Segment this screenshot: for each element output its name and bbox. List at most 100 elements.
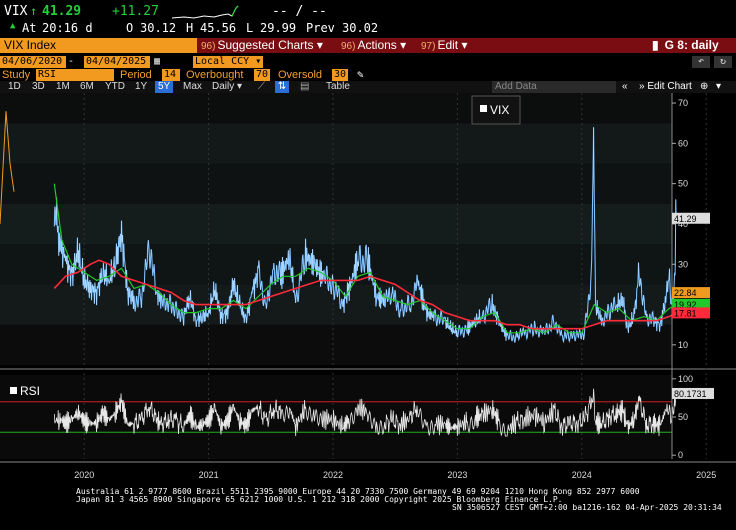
study-label: Study <box>2 69 31 81</box>
price-band <box>0 284 672 325</box>
legend-label-vix: VIX <box>490 103 509 117</box>
prev-label: Prev <box>306 21 335 35</box>
chart-type-icon[interactable]: ⇅ <box>275 81 289 93</box>
actions-menu[interactable]: 96) Actions ▾ <box>341 38 406 53</box>
range-1d[interactable]: 1D <box>8 81 21 93</box>
currency-select[interactable]: Local CCY ▾ <box>193 56 263 68</box>
info-line: ▲ At 20:16 d O 30.12 H 45.56 L 29.99 Pre… <box>0 21 736 35</box>
end-date-input[interactable]: 04/04/2025 <box>84 56 150 68</box>
price-band <box>0 123 672 164</box>
zoom-in-icon[interactable]: ⊕ <box>700 81 708 93</box>
rsi-y-tick-label: 50 <box>678 412 688 422</box>
legend-label-rsi: RSI <box>20 384 40 398</box>
x-tick-label: 2021 <box>199 470 219 480</box>
study-value: RSI <box>38 69 57 80</box>
range-5y[interactable]: 5Y <box>155 81 174 93</box>
y-tick-label: 50 <box>678 179 688 189</box>
range-1y[interactable]: 1Y <box>135 81 147 93</box>
back-icon[interactable]: ↶ <box>692 56 710 68</box>
calendar-icon[interactable]: ▦ <box>154 56 160 68</box>
period-label: Period <box>120 69 152 81</box>
frequency-select[interactable]: Daily ▾ <box>212 81 242 93</box>
line-chart-icon[interactable]: ⟋ <box>258 81 265 93</box>
edit-chart-label: Edit Chart <box>647 81 692 92</box>
low-value: 29.99 <box>260 21 297 35</box>
chevron-down-icon[interactable]: ▾ <box>716 81 721 93</box>
last-price: 41.29 <box>42 4 82 19</box>
security-field[interactable]: VIX Index <box>0 38 197 53</box>
table-button[interactable]: Table <box>326 81 350 93</box>
net-change: +11.27 <box>112 4 159 19</box>
x-tick-label: 2023 <box>447 470 467 480</box>
chart-toolbar: 1D 3D 1M 6M YTD 1Y 5Y Max Daily ▾ ⟋ ⇅ ▤ … <box>0 81 736 93</box>
up-arrow-icon: ▲ <box>10 21 16 31</box>
high-label: H <box>186 21 194 35</box>
bid-ask: -- / -- <box>272 4 327 19</box>
down-up-arrow-icon: ↑ <box>30 4 38 18</box>
last-value-tag-label: 22.84 <box>674 288 697 298</box>
footer: Australia 61 2 9777 8600 Brazil 5511 239… <box>0 487 736 527</box>
low-label: L <box>246 21 254 35</box>
oversold-input[interactable]: 30 <box>332 69 348 81</box>
study-select[interactable]: RSI <box>36 69 114 81</box>
currency-label: Local CCY <box>195 56 250 67</box>
range-1m[interactable]: 1M <box>56 81 70 93</box>
chart-area[interactable]: 1020304050607005010020202021202220232024… <box>0 93 736 486</box>
refresh-icon[interactable]: ↻ <box>714 56 732 68</box>
y-tick-label: 10 <box>678 340 688 350</box>
y-tick-label: 30 <box>678 259 688 269</box>
open-value: 30.12 <box>140 21 177 35</box>
price-band <box>0 324 672 365</box>
chevron-right-icon: » <box>639 81 645 92</box>
quote-line: VIX ↑ 41.29 +11.27 -- / -- <box>0 4 736 20</box>
time-label: At <box>22 21 37 35</box>
x-tick-label: 2025 <box>696 470 716 480</box>
edit-menu[interactable]: 97) Edit ▾ <box>421 38 468 53</box>
suggested-charts-menu[interactable]: 96) Suggested Charts ▾ <box>201 38 323 53</box>
legend-swatch <box>480 105 487 112</box>
study-row: Study RSI Period 14 Overbought 70 Overso… <box>0 69 736 81</box>
ticker: VIX <box>4 4 28 19</box>
overbought-label: Overbought <box>186 69 244 81</box>
price-band <box>0 203 672 245</box>
add-data-input[interactable]: Add Data <box>492 81 616 93</box>
period-input[interactable]: 14 <box>162 69 180 81</box>
x-tick-label: 2020 <box>74 470 94 480</box>
menu-label: Suggested Charts ▾ <box>217 38 323 52</box>
page-indicator: ▮ G 8: daily <box>652 38 719 53</box>
chevron-left-icon[interactable]: « <box>622 81 628 93</box>
rsi-y-tick-label: 100 <box>678 374 693 384</box>
date-row: 04/06/2020 - 04/04/2025 ▦ Local CCY ▾ ↶ … <box>0 56 736 68</box>
x-tick-label: 2022 <box>323 470 343 480</box>
y-tick-label: 60 <box>678 138 688 148</box>
range-ytd[interactable]: YTD <box>105 81 125 93</box>
oversold-label: Oversold <box>278 69 323 81</box>
price-band <box>0 163 672 204</box>
last-value-tag-label: 41.29 <box>674 214 697 224</box>
edit-chart-button[interactable]: » Edit Chart <box>639 81 692 93</box>
last-value-tag-label: 17.81 <box>674 308 697 318</box>
page-label: G 8: daily <box>664 38 719 52</box>
rsi-legend-swatch <box>10 387 17 394</box>
menu-label: Actions ▾ <box>357 38 407 52</box>
range-6m[interactable]: 6M <box>80 81 94 93</box>
range-3d[interactable]: 3D <box>32 81 45 93</box>
menu-number: 96) <box>341 41 356 52</box>
high-value: 45.56 <box>200 21 237 35</box>
date-separator: - <box>68 56 75 67</box>
menu-label: Edit ▾ <box>437 38 468 52</box>
menu-number: 96) <box>201 41 216 52</box>
overbought-input[interactable]: 70 <box>254 69 270 81</box>
table-icon[interactable]: ▤ <box>300 81 309 93</box>
time-value: 20:16 d <box>42 21 93 35</box>
start-date-input[interactable]: 04/06/2020 <box>0 56 66 68</box>
x-tick-label: 2024 <box>572 470 592 480</box>
rsi-last-value-tag-label: 80.1731 <box>674 389 707 399</box>
open-label: O <box>126 21 134 35</box>
menu-number: 97) <box>421 41 436 52</box>
range-max[interactable]: Max <box>183 81 202 93</box>
price-band <box>0 93 672 124</box>
rsi-y-tick-label: 0 <box>678 450 683 460</box>
pencil-icon[interactable]: ✎ <box>357 69 364 81</box>
sparkline-icon <box>171 5 239 19</box>
